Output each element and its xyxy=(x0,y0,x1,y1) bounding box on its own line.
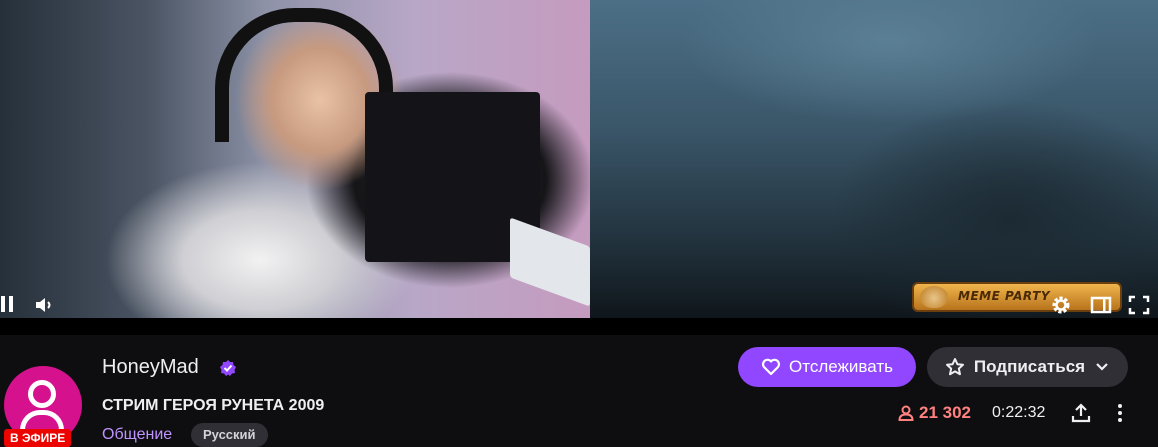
viewer-count: 21 302 xyxy=(897,403,971,423)
live-badge: В ЭФИРЕ xyxy=(4,429,72,447)
subscribe-label: Подписаться xyxy=(973,357,1086,376)
background-texture xyxy=(590,0,1158,318)
doge-icon xyxy=(920,286,948,308)
stream-title: СТРИМ ГЕРОЯ РУНЕТА 2009 xyxy=(102,397,325,414)
verified-icon xyxy=(219,359,237,377)
volume-icon[interactable] xyxy=(34,296,54,314)
share-icon[interactable] xyxy=(1070,402,1092,424)
fullscreen-icon[interactable] xyxy=(1128,295,1150,315)
heart-icon xyxy=(761,358,781,376)
person-icon xyxy=(897,404,915,422)
subscribe-button[interactable]: Подписаться xyxy=(927,347,1128,387)
chevron-down-icon xyxy=(1094,361,1110,373)
player-control-bar xyxy=(0,318,1158,335)
meme-party-text: MEME PARTY xyxy=(958,289,1051,303)
stream-uptime: 0:22:32 xyxy=(992,404,1046,421)
follow-label: Отслеживать xyxy=(789,357,893,376)
webcam-feed xyxy=(0,0,590,318)
language-tag[interactable]: Русский xyxy=(191,423,268,447)
keyboard-shape xyxy=(510,217,590,307)
gear-icon[interactable] xyxy=(1050,294,1072,316)
pause-icon[interactable] xyxy=(0,296,14,314)
video-player[interactable]: MEME PARTY xyxy=(0,0,1158,335)
avatar-body-shape xyxy=(20,410,64,430)
follow-button[interactable]: Отслеживать xyxy=(738,347,916,387)
viewer-count-value: 21 302 xyxy=(919,403,971,422)
theatre-mode-icon[interactable] xyxy=(1090,295,1112,315)
avatar-head-shape xyxy=(28,380,56,408)
star-icon xyxy=(945,357,965,377)
channel-name[interactable]: HoneyMad xyxy=(102,356,199,379)
category-link[interactable]: Общение xyxy=(102,426,172,444)
more-options-icon[interactable] xyxy=(1112,402,1128,424)
